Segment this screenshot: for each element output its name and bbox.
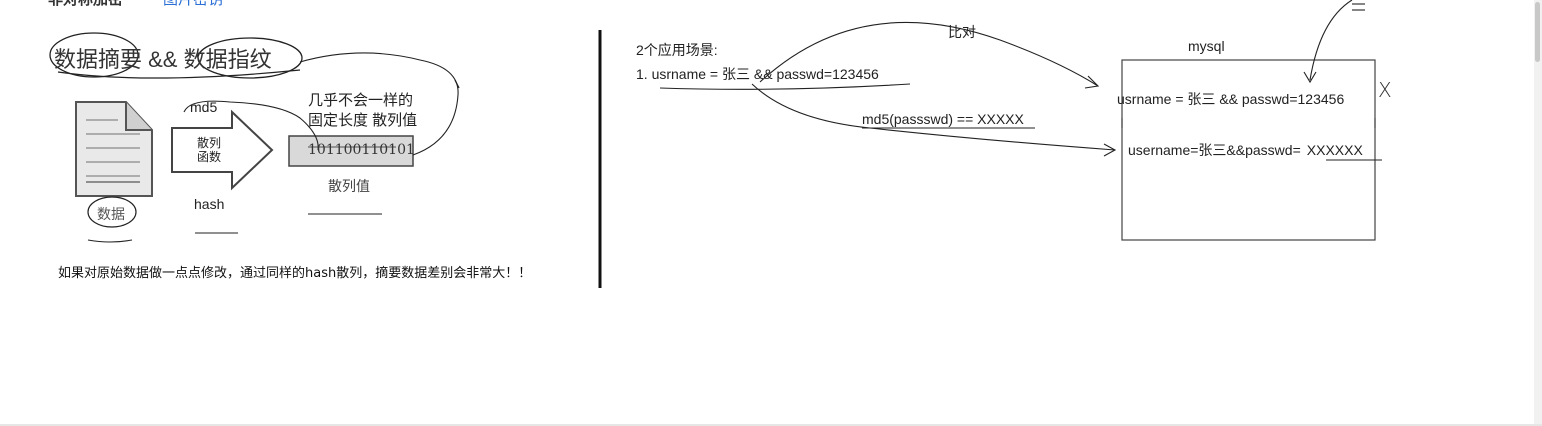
note-line-1: 几乎不会一样的 (308, 92, 414, 109)
scenarios-title: 2个应用场景: (636, 42, 718, 58)
vertical-scrollbar[interactable] (1534, 0, 1542, 426)
hash-function-arrow (171, 109, 274, 191)
scrollbar-thumb[interactable] (1535, 2, 1540, 62)
top-arrow (1309, 0, 1353, 81)
data-label-underline (87, 239, 133, 243)
db-row-2-value: XXXXXX (1306, 142, 1363, 158)
x-mark: X (1378, 78, 1392, 102)
db-row-2-prefix: username=张三&&passwd= (1128, 142, 1301, 158)
compare-label: 比对 (948, 24, 976, 40)
hash-value: 101100110101 (308, 142, 415, 158)
db-label: mysql (1188, 38, 1225, 54)
db-row-2: username=张三&&passwd= XXXXXX (1128, 140, 1363, 160)
scenario-underline (659, 83, 911, 90)
section-title: 数据摘要 && 数据指纹 (54, 47, 272, 72)
document-icon (75, 101, 153, 197)
footer-note: 如果对原始数据做一点点修改，通过同样的hash散列，摘要数据差别会非常大！！ (58, 266, 532, 281)
db-row-1: usrname = 张三 && passwd=123456 (1117, 91, 1345, 107)
data-label: 数据 (97, 207, 125, 223)
hash-label: hash (194, 196, 225, 212)
note-line-2: 固定长度 散列值 (308, 112, 418, 129)
hash-caption: 散列值 (328, 179, 370, 195)
arrow-text-line-1: 散列 (197, 136, 222, 150)
md5-label: md5 (190, 99, 218, 115)
scenario-1: 1. usrname = 张三 && passwd=123456 (636, 66, 879, 82)
arrow-text-line-2: 函数 (197, 150, 222, 164)
arrow-text: 散列 函数 (197, 136, 221, 164)
md5-expression: md5(passswd) == XXXXX (862, 111, 1024, 127)
